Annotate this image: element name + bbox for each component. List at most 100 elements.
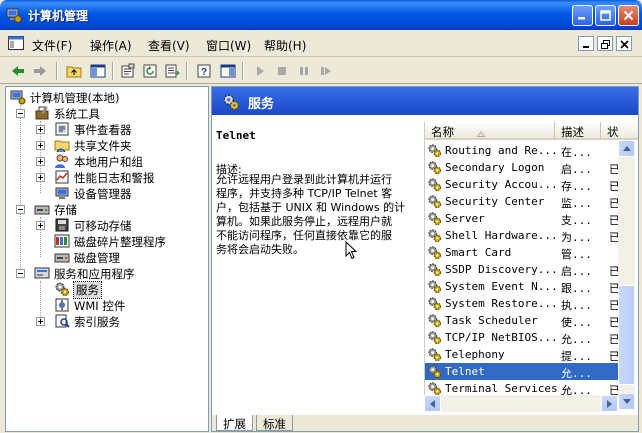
show-hide-action-pane-button[interactable] — [218, 61, 238, 81]
forward-button[interactable] — [30, 61, 50, 81]
tree-node-services-apps[interactable]: 服务和应用程序 — [16, 265, 206, 281]
service-gear-icon — [428, 280, 442, 294]
refresh-button[interactable] — [140, 61, 160, 81]
expand-toggle[interactable] — [36, 173, 45, 182]
stop-service-button[interactable] — [272, 61, 292, 81]
maximize-button[interactable] — [595, 5, 616, 26]
service-row[interactable]: System Restore... 执... 已 — [425, 295, 621, 312]
service-name: System Event N... — [445, 280, 558, 293]
toolbar-separator — [112, 62, 114, 80]
child-restore-button[interactable] — [597, 36, 613, 51]
expand-toggle[interactable] — [36, 125, 45, 134]
expand-toggle[interactable] — [36, 317, 45, 326]
service-row[interactable]: Routing and Re... 在... — [425, 142, 621, 159]
menu-window[interactable]: 窗口(W) — [206, 37, 251, 54]
tree-node-perf-logs[interactable]: 性能日志和警报 — [36, 169, 206, 185]
collapse-toggle[interactable] — [16, 269, 25, 278]
tree-node-wmi[interactable]: WMI 控件 — [36, 297, 206, 313]
menu-action[interactable]: 操作(A) — [90, 37, 132, 54]
service-row[interactable]: Shell Hardware... 为... 已 — [425, 227, 621, 244]
service-name: Telnet — [445, 365, 485, 378]
start-service-button[interactable] — [250, 61, 270, 81]
tree-label: 可移动存储 — [74, 219, 132, 233]
tree-node-indexing[interactable]: 索引服务 — [36, 313, 206, 329]
expand-toggle[interactable] — [36, 221, 45, 230]
expand-toggle[interactable] — [36, 141, 45, 150]
service-row[interactable]: TCP/IP NetBIOS... 允... 已 — [425, 329, 621, 346]
minimize-icon — [578, 17, 585, 20]
service-row[interactable]: SSDP Discovery... 启... 已 — [425, 261, 621, 278]
console-tree[interactable]: 计算机管理(本地) 系统工具 事件查看器 共享文件夹 本地用户和组 性能日志和警… — [5, 86, 209, 432]
up-one-level-button[interactable] — [64, 61, 84, 81]
scroll-left-button[interactable] — [424, 395, 441, 412]
tree-node-shared-folders[interactable]: 共享文件夹 — [36, 137, 206, 153]
title-bar[interactable]: 计算机管理 — [0, 0, 642, 30]
help-icon: ? — [197, 64, 211, 78]
service-row[interactable]: Server 支... 已 — [425, 210, 621, 227]
back-button[interactable] — [8, 61, 28, 81]
service-row[interactable]: System Event N... 跟... 已 — [425, 278, 621, 295]
service-name: Secondary Logon — [445, 161, 545, 174]
service-row[interactable]: Security Center 监... 已 — [425, 193, 621, 210]
menu-view[interactable]: 查看(V) — [148, 37, 190, 54]
column-header-description[interactable]: 描述 — [555, 122, 601, 140]
help-button[interactable]: ? — [194, 61, 214, 81]
scroll-right-button[interactable] — [601, 395, 618, 412]
vertical-scrollbar[interactable] — [618, 140, 635, 410]
restart-service-button[interactable] — [316, 61, 336, 81]
tree-node-defrag[interactable]: 磁盘碎片整理程序 — [36, 233, 206, 249]
tree-node-storage[interactable]: 存储 — [16, 201, 206, 217]
collapse-toggle[interactable] — [16, 109, 25, 118]
tree-node-local-users[interactable]: 本地用户和组 — [36, 153, 206, 169]
pause-service-button[interactable] — [294, 61, 314, 81]
properties-button[interactable] — [118, 61, 138, 81]
tree-label: 服务和应用程序 — [54, 267, 135, 281]
tree-node-services[interactable]: 服务 — [36, 281, 206, 299]
export-list-icon — [165, 64, 180, 78]
service-description: 监... — [561, 197, 592, 210]
service-row[interactable]: Secondary Logon 启... 已 — [425, 159, 621, 176]
tab-standard[interactable]: 标准 — [256, 415, 293, 431]
menu-file[interactable]: 文件(F) — [32, 37, 72, 54]
scroll-up-button[interactable] — [618, 140, 635, 157]
service-row[interactable]: Security Accou... 存... 已 — [425, 176, 621, 193]
collapse-toggle[interactable] — [16, 205, 25, 214]
column-header-name[interactable]: 名称 — [425, 122, 555, 140]
users-icon — [55, 154, 68, 168]
action-pane-icon — [220, 64, 236, 78]
tab-extended[interactable]: 扩展 — [216, 415, 253, 431]
tree-node-disk-management[interactable]: 磁盘管理 — [36, 249, 206, 265]
tree-node-event-viewer[interactable]: 事件查看器 — [36, 121, 206, 137]
service-row[interactable]: Smart Card 管... — [425, 244, 621, 261]
tree-node-system-tools[interactable]: 系统工具 — [16, 105, 206, 121]
service-name: Terminal Services — [445, 382, 558, 395]
service-row[interactable]: Telephony 提... 已 — [425, 346, 621, 363]
tree-node-device-manager[interactable]: 设备管理器 — [36, 185, 206, 201]
tree-label: 计算机管理(本地) — [30, 91, 120, 105]
tree-node-root[interactable]: 计算机管理(本地) — [10, 89, 208, 105]
service-name: Security Center — [445, 195, 545, 208]
arrow-down-icon — [623, 399, 631, 404]
column-header-status[interactable]: 状 — [601, 122, 638, 140]
vertical-scroll-thumb[interactable] — [618, 285, 635, 385]
menu-help[interactable]: 帮助(H) — [264, 37, 306, 54]
horizontal-scrollbar[interactable] — [424, 395, 618, 412]
mmc-window-icon[interactable] — [8, 36, 24, 50]
service-row[interactable]: Task Scheduler 使... 已 — [425, 312, 621, 329]
tree-node-removable-storage[interactable]: 可移动存储 — [36, 217, 206, 233]
child-close-button[interactable] — [616, 36, 632, 51]
description-line: 务将会启动失败。 — [216, 243, 304, 256]
minimize-button[interactable] — [572, 5, 593, 26]
export-list-button[interactable] — [162, 61, 182, 81]
show-hide-tree-button[interactable] — [88, 61, 108, 81]
close-button[interactable] — [618, 5, 639, 26]
service-gear-icon — [428, 161, 442, 175]
scroll-down-button[interactable] — [618, 393, 635, 410]
service-row[interactable]: Telnet 允... — [425, 363, 621, 380]
service-description: 提... — [561, 350, 592, 363]
window-title: 计算机管理 — [28, 9, 89, 23]
expand-toggle[interactable] — [36, 157, 45, 166]
child-minimize-button[interactable] — [578, 36, 594, 51]
services-list[interactable]: 名称 描述 状 Routing and Re... 在... Secondary L… — [424, 122, 638, 408]
description-line: 允许远程用户登录到此计算机并运行 — [216, 173, 392, 186]
